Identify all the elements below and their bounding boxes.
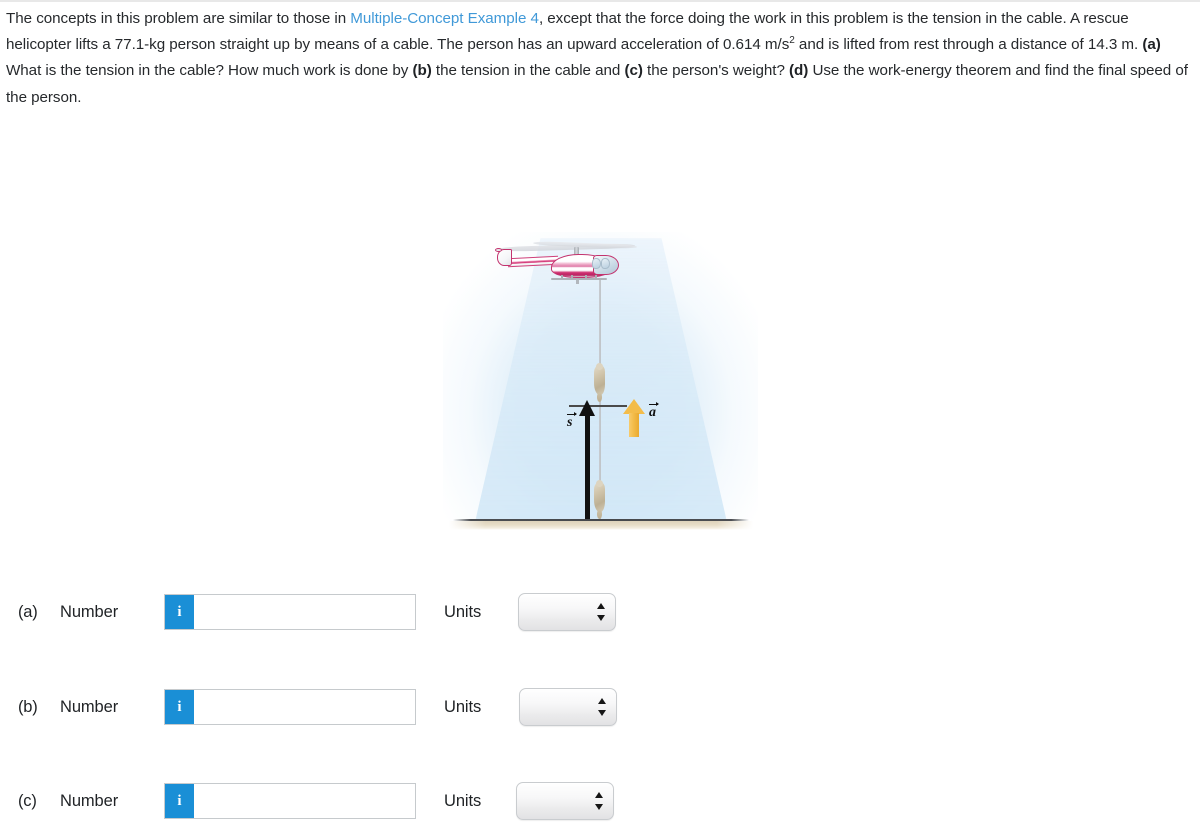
answer-row-a: (a) Number i Units [0, 590, 1200, 634]
helicopter-icon [495, 237, 638, 285]
units-label-a: Units [444, 602, 482, 621]
problem-text-part-6: the person's weight? [642, 62, 790, 80]
chevron-down-icon [595, 804, 603, 810]
number-label-a: Number [60, 602, 119, 621]
problem-text-part-4: What is the tension in the cable? How mu… [6, 62, 413, 80]
answer-row-b: (b) Number i Units [0, 685, 1200, 729]
chevron-updown-icon [598, 698, 607, 716]
person-lifted-lower [594, 480, 605, 519]
answer-row-c: (c) Number i Units [0, 779, 1200, 823]
problem-text-part-3: and is lifted from rest through a distan… [794, 36, 1143, 54]
chevron-down-icon [598, 710, 606, 716]
info-icon[interactable]: i [165, 595, 194, 629]
chevron-up-icon [598, 698, 606, 704]
info-icon[interactable]: i [165, 784, 194, 818]
chevron-up-icon [597, 603, 605, 609]
number-input-group-a: i [164, 594, 416, 630]
answer-row-letter-b: (b) [18, 697, 38, 716]
top-divider [0, 0, 1200, 2]
info-icon[interactable]: i [165, 690, 194, 724]
cockpit-window [592, 258, 601, 269]
number-input-group-b: i [164, 689, 416, 725]
cockpit-window [601, 258, 610, 269]
problem-statement: The concepts in this problem are similar… [6, 6, 1190, 111]
number-label-c: Number [60, 791, 119, 810]
multiple-concept-example-link[interactable]: Multiple-Concept Example 4 [350, 10, 539, 27]
displacement-symbol: s [567, 415, 573, 430]
units-label-b: Units [444, 697, 482, 716]
part-label-d: (d) [789, 62, 809, 80]
answer-row-letter-a: (a) [18, 602, 38, 621]
person-lifted-upper [594, 363, 605, 402]
units-label-c: Units [444, 791, 482, 810]
displacement-top-tick [569, 405, 627, 407]
acceleration-arrow-shaft [629, 413, 639, 437]
helicopter-lift-figure: s a [443, 232, 758, 532]
acceleration-symbol: a [649, 405, 656, 420]
answer-row-letter-c: (c) [18, 791, 37, 810]
number-input-b[interactable] [194, 690, 415, 724]
units-select-c[interactable] [516, 782, 614, 820]
number-input-a[interactable] [194, 595, 415, 629]
landing-skid [551, 278, 607, 280]
acceleration-arrow-head [623, 399, 645, 414]
problem-text-part-5: the tension in the cable and [431, 62, 625, 80]
person-legs [597, 393, 602, 402]
number-label-b: Number [60, 697, 119, 716]
number-input-c[interactable] [194, 784, 415, 818]
problem-text-part-1: The concepts in this problem are similar… [6, 10, 351, 27]
person-legs [597, 510, 602, 519]
ground-slab [449, 521, 753, 530]
chevron-down-icon [597, 615, 605, 621]
chevron-updown-icon [595, 792, 604, 810]
number-input-group-c: i [164, 783, 416, 819]
units-select-a[interactable] [518, 593, 616, 631]
acceleration-arrow [623, 399, 645, 437]
part-label-c: (c) [624, 62, 643, 80]
chevron-up-icon [595, 792, 603, 798]
part-label-a: (a) [1142, 36, 1161, 54]
cable-hook [576, 279, 579, 284]
chevron-updown-icon [597, 603, 606, 621]
displacement-arrow-shaft [585, 412, 590, 520]
tail-rotor-icon [495, 248, 502, 252]
units-select-b[interactable] [519, 688, 617, 726]
person-head [596, 480, 603, 487]
part-label-b: (b) [412, 62, 432, 80]
person-head [596, 363, 603, 370]
